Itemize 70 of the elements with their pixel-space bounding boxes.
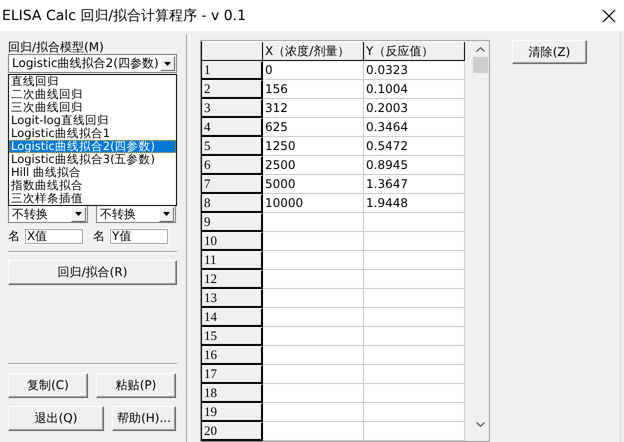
row-header[interactable]: 18: [202, 384, 263, 403]
name-label: 名: [93, 228, 106, 245]
model-option[interactable]: Logistic曲线拟合1: [9, 127, 176, 140]
table-cell: 1.3647: [364, 175, 465, 194]
table-cell: 10000: [263, 194, 364, 213]
model-option[interactable]: Logistic曲线拟合2(四参数): [9, 140, 176, 153]
row-header[interactable]: 17: [202, 365, 263, 384]
table-cell: 156: [263, 80, 364, 99]
row-header[interactable]: 15: [202, 327, 263, 346]
close-icon[interactable]: [602, 8, 616, 22]
row-header[interactable]: 3: [202, 99, 263, 118]
row-header[interactable]: 1: [202, 61, 263, 80]
table-cell: 312: [263, 99, 364, 118]
row-header[interactable]: 8: [202, 194, 263, 213]
transform-dropdown[interactable]: 不转换: [8, 205, 88, 223]
row-header[interactable]: 2: [202, 80, 263, 99]
fit-button[interactable]: 回归/拟合(R): [8, 260, 177, 285]
model-option[interactable]: Hill 曲线拟合: [9, 166, 176, 179]
column-header[interactable]: X（浓度/剂量）: [263, 42, 364, 61]
dropdown-arrow-icon: [164, 62, 171, 66]
row-header[interactable]: 7: [202, 175, 263, 194]
model-option[interactable]: 三次曲线回归: [9, 101, 176, 114]
name-label: 名: [8, 228, 21, 245]
row-header[interactable]: 13: [202, 289, 263, 308]
row-header[interactable]: 4: [202, 118, 263, 137]
table-cell: 2500: [263, 156, 364, 175]
model-label: 回归/拟合模型(M): [8, 39, 105, 54]
scroll-up-icon[interactable]: [476, 47, 485, 52]
row-header[interactable]: 10: [202, 232, 263, 251]
row-header[interactable]: 5: [202, 137, 263, 156]
model-option[interactable]: Logistic曲线拟合3(五参数): [9, 153, 176, 166]
table-cell: 1.9448: [364, 194, 465, 213]
scroll-down-icon[interactable]: [476, 422, 485, 427]
transform-dropdown[interactable]: 不转换: [96, 205, 176, 223]
action-button[interactable]: 帮助(H)...: [112, 406, 176, 431]
model-option[interactable]: Logit-log直线回归: [9, 114, 176, 127]
row-header[interactable]: 14: [202, 308, 263, 327]
dropdown-arrow-icon: [75, 212, 82, 216]
name-field[interactable]: Y值: [109, 228, 169, 245]
row-header[interactable]: 11: [202, 251, 263, 270]
table-cell: 5000: [263, 175, 364, 194]
table-cell: 0.3464: [364, 118, 465, 137]
row-header[interactable]: 6: [202, 156, 263, 175]
scroll-thumb[interactable]: [473, 57, 488, 73]
model-option[interactable]: 三次样条插值: [9, 192, 176, 205]
row-header[interactable]: 16: [202, 346, 263, 365]
table-cell: 0.2003: [364, 99, 465, 118]
action-button[interactable]: 退出(Q): [8, 406, 104, 431]
dropdown-arrow-icon: [163, 212, 170, 216]
table-cell: 0.0323: [364, 61, 465, 80]
row-header[interactable]: 9: [202, 213, 263, 232]
table-cell: 0.1004: [364, 80, 465, 99]
table-cell: 0.5472: [364, 137, 465, 156]
table-cell: 1250: [263, 137, 364, 156]
model-option[interactable]: 指数曲线拟合: [9, 179, 176, 192]
model-dropdown[interactable]: Logistic曲线拟合2(四参数): [8, 54, 177, 73]
window-title: ELISA Calc 回归/拟合计算程序 - v 0.1: [2, 6, 246, 24]
table-cell: 625: [263, 118, 364, 137]
row-header[interactable]: 20: [202, 422, 263, 441]
action-button[interactable]: 复制(C): [8, 373, 88, 398]
name-field[interactable]: X值: [24, 228, 84, 245]
table-cell: 0.8945: [364, 156, 465, 175]
table-cell: 0: [263, 61, 364, 80]
column-header[interactable]: Y（反应值）: [364, 42, 465, 61]
model-option[interactable]: 二次曲线回归: [9, 88, 176, 101]
action-button[interactable]: 粘贴(P): [96, 373, 176, 398]
row-header[interactable]: 12: [202, 270, 263, 289]
row-header[interactable]: 19: [202, 403, 263, 422]
clear-button[interactable]: 清除(Z): [512, 40, 587, 64]
model-option[interactable]: 直线回归: [9, 75, 176, 88]
